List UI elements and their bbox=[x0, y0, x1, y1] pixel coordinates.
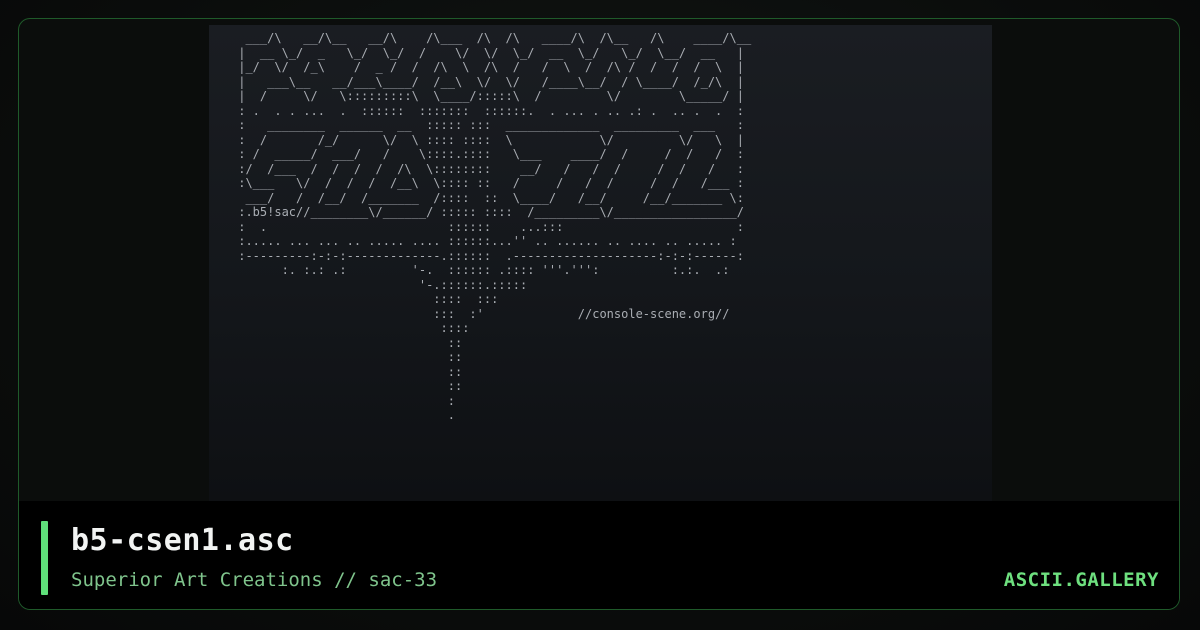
artwork-card[interactable]: ___/\ __/\__ __/\ /\___ /\ /\ ____/\ /\_… bbox=[18, 18, 1180, 610]
info-bar: b5-csen1.asc Superior Art Creations // s… bbox=[19, 501, 1179, 609]
ascii-art-text: ___/\ __/\__ __/\ /\___ /\ /\ ____/\ /\_… bbox=[238, 31, 752, 422]
site-brand[interactable]: ASCII.GALLERY bbox=[1004, 569, 1159, 591]
ascii-art-preview[interactable]: ___/\ __/\__ __/\ /\___ /\ /\ ____/\ /\_… bbox=[209, 25, 992, 501]
artwork-subtitle: Superior Art Creations // sac-33 bbox=[71, 569, 438, 591]
artwork-title: b5-csen1.asc bbox=[71, 523, 294, 558]
accent-bar bbox=[41, 521, 48, 595]
page: ___/\ __/\__ __/\ /\___ /\ /\ ____/\ /\_… bbox=[0, 0, 1200, 630]
